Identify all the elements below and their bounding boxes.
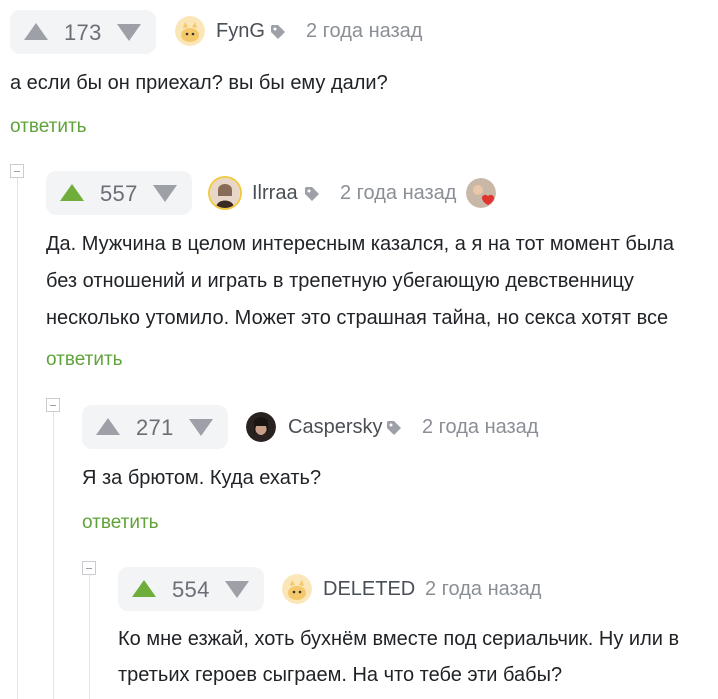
comment-text-line: Ко мне езжай, хоть бухнём вместе под сер… bbox=[118, 628, 680, 650]
avatar[interactable] bbox=[282, 574, 312, 604]
timestamp: 2 года назад bbox=[425, 578, 542, 600]
comment: 554 DELETED 2 года назад Ко мне езжай, х… bbox=[0, 0, 718, 699]
upvote-arrow-icon[interactable] bbox=[132, 580, 156, 597]
downvote-arrow-icon[interactable] bbox=[225, 581, 249, 598]
score: 554 bbox=[172, 577, 210, 602]
vote-bar: 554 bbox=[118, 567, 264, 611]
username[interactable]: DELETED bbox=[323, 578, 415, 601]
comment-text-line: третьих героев сыграем. На что тебе эти … bbox=[118, 664, 563, 686]
